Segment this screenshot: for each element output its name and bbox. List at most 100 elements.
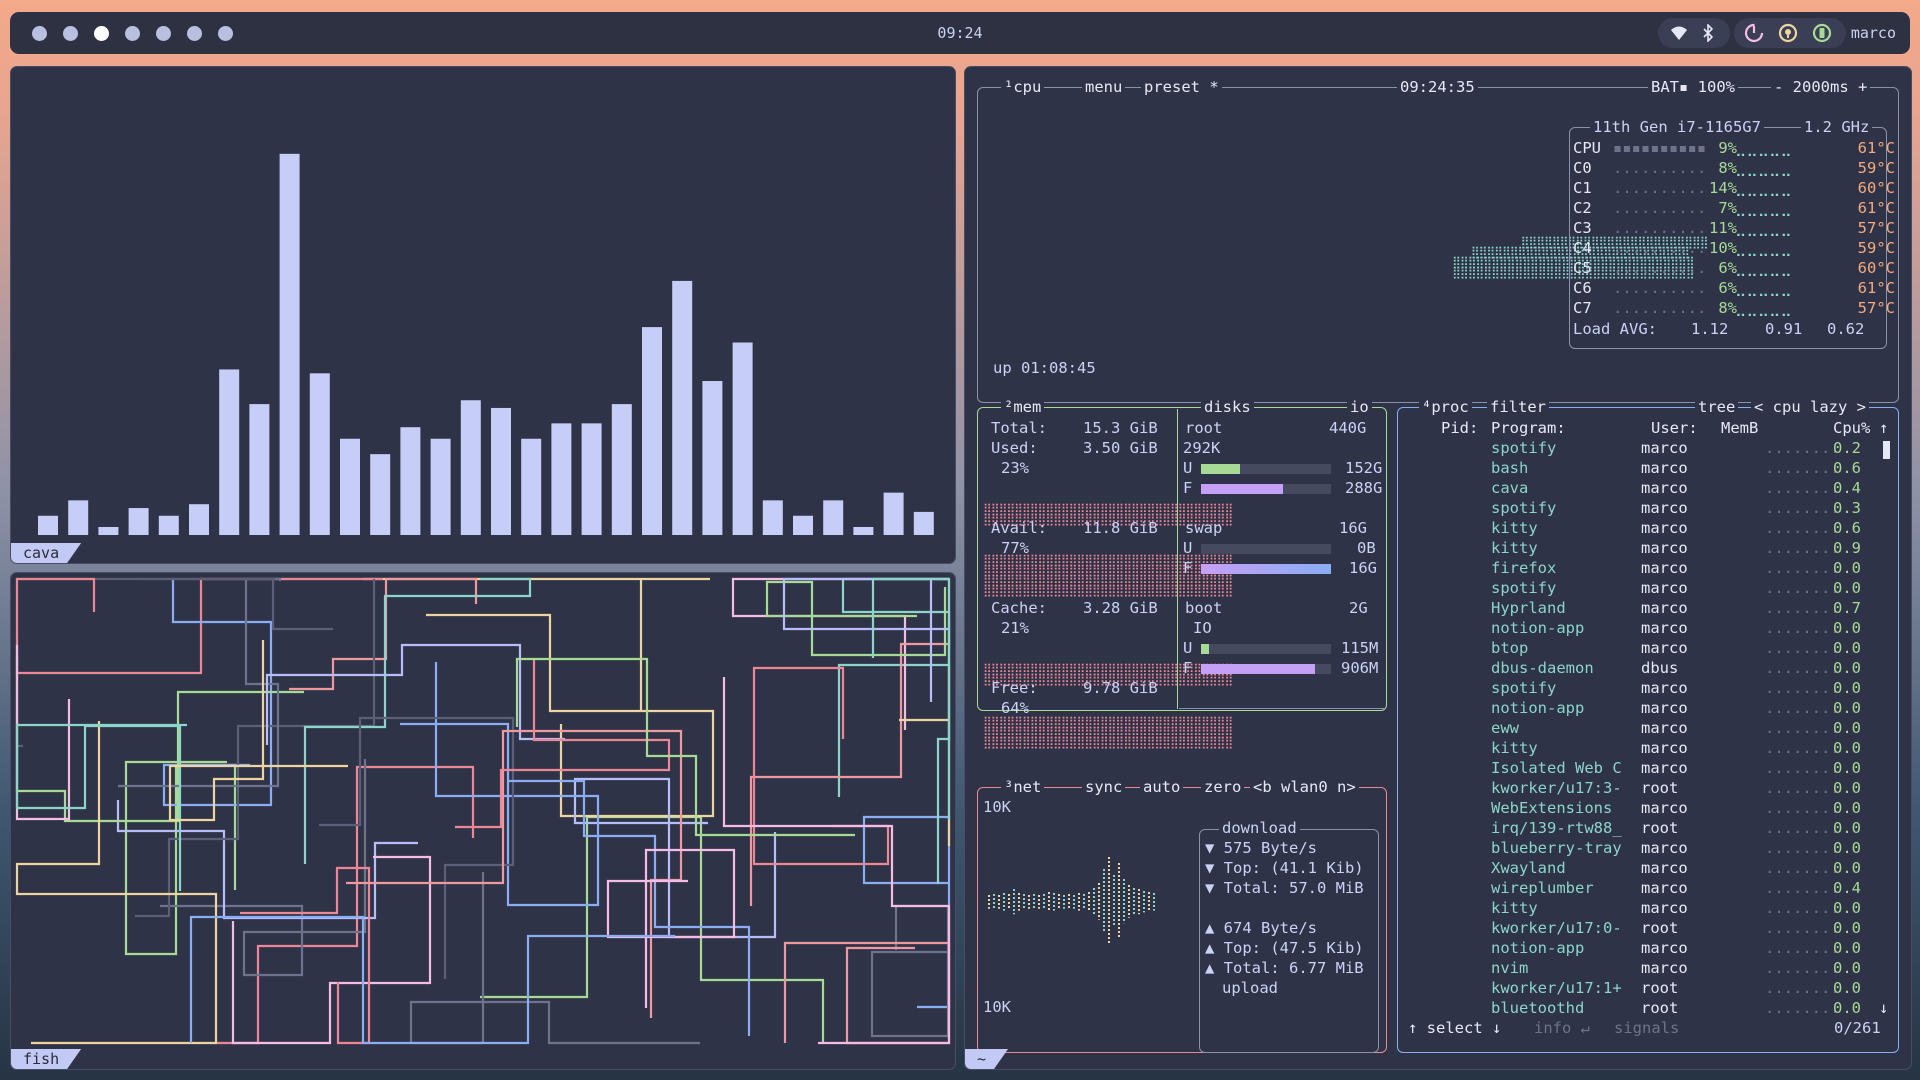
- mem-used: 3.50 GiB: [1083, 439, 1158, 457]
- proc-scroll-up-icon[interactable]: ↑: [1879, 419, 1888, 438]
- process-program: btop: [1491, 639, 1529, 657]
- process-cpu: 0.0: [1833, 759, 1861, 777]
- process-cpu-graph: ........: [1765, 979, 1840, 997]
- mem-cache-pct: 21%: [1001, 619, 1029, 637]
- proc-scroll-down-icon[interactable]: ↓: [1879, 999, 1888, 1018]
- process-cpu: 0.0: [1833, 839, 1861, 857]
- disks-title[interactable]: disks: [1201, 398, 1254, 417]
- cava-bar: [913, 511, 934, 535]
- cpu-core-temp: 57°C: [1857, 219, 1895, 237]
- process-program: firefox: [1491, 559, 1557, 577]
- process-cpu-graph: ........: [1765, 679, 1840, 697]
- cpu-core-temp-graph: ⣀⣀⣀⣀⣀: [1735, 299, 1792, 317]
- net-sync-toggle[interactable]: sync: [1082, 778, 1126, 797]
- cpu-freq: 1.2 GHz: [1801, 118, 1873, 137]
- process-cpu-graph: ........: [1765, 799, 1840, 817]
- process-user: root: [1641, 979, 1679, 997]
- power-icon[interactable]: [1744, 23, 1764, 43]
- cpu-core-meter: ▪▪▪▪▪▪▪▪▪▪: [1613, 139, 1707, 157]
- disk-boot-free: 906M: [1341, 659, 1379, 677]
- process-cpu: 0.7: [1833, 599, 1861, 617]
- net-down-total: ▼ Total: 57.0 MiB: [1205, 879, 1364, 897]
- proc-header-pid[interactable]: Pid:: [1441, 419, 1478, 438]
- mem-cache: 3.28 GiB: [1083, 599, 1158, 617]
- cava-bar: [249, 404, 270, 535]
- io-toggle[interactable]: io: [1347, 398, 1372, 417]
- process-cpu-graph: ........: [1765, 459, 1840, 477]
- wifi-icon[interactable]: [1670, 25, 1688, 41]
- cava-visualizer: [38, 153, 934, 535]
- process-cpu: 0.0: [1833, 699, 1861, 717]
- menu-button[interactable]: menu: [1082, 78, 1126, 97]
- proc-tree-toggle[interactable]: tree: [1695, 398, 1739, 417]
- net-zero-toggle[interactable]: zero: [1201, 778, 1245, 797]
- cava-bar: [98, 527, 119, 535]
- process-cpu-graph: ........: [1765, 939, 1840, 957]
- proc-header-cpu[interactable]: Cpu%: [1833, 419, 1870, 438]
- pipe-line: [837, 577, 951, 797]
- mem-panel-title[interactable]: ²mem: [1001, 398, 1045, 417]
- disk-root-used-row: U: [1183, 459, 1193, 477]
- cava-bar: [762, 500, 783, 535]
- process-program: notion-app: [1491, 619, 1585, 637]
- proc-header-program[interactable]: Program:: [1491, 419, 1566, 438]
- proc-filter-button[interactable]: filter: [1487, 398, 1549, 417]
- cava-bar: [460, 400, 481, 535]
- disk-boot-name: boot: [1185, 599, 1223, 617]
- cpu-core-temp: 59°C: [1857, 159, 1895, 177]
- process-cpu-graph: ........: [1765, 999, 1840, 1017]
- proc-header-mem[interactable]: MemB: [1721, 419, 1758, 438]
- proc-sort-selector[interactable]: < cpu lazy >: [1751, 398, 1869, 417]
- cpu-core-temp: 60°C: [1857, 259, 1895, 277]
- proc-header-user[interactable]: User:: [1651, 419, 1698, 438]
- cpu-core-name: C7: [1573, 299, 1592, 317]
- process-user: marco: [1641, 459, 1688, 477]
- mem-cache-label: Cache:: [991, 599, 1047, 617]
- cpu-core-name: C6: [1573, 279, 1592, 297]
- btop-window[interactable]: ¹cpu menu preset * 09:24:35 BAT▪ 100% - …: [964, 66, 1912, 1070]
- cpu-core-name: C3: [1573, 219, 1592, 237]
- process-user: marco: [1641, 859, 1688, 877]
- update-interval[interactable]: - 2000ms +: [1771, 78, 1871, 97]
- cava-window[interactable]: cava: [10, 66, 956, 564]
- cava-bar: [189, 504, 209, 535]
- cpu-core-name: C5: [1573, 259, 1592, 277]
- cpu-panel-title[interactable]: ¹cpu: [1001, 78, 1045, 97]
- cpu-core-meter: ..........: [1613, 279, 1707, 297]
- disk-swap-used-row: U: [1183, 539, 1193, 557]
- cava-bar: [219, 369, 240, 535]
- battery-icon[interactable]: [1812, 23, 1832, 43]
- bluetooth-icon[interactable]: [1702, 24, 1714, 42]
- process-program: eww: [1491, 719, 1519, 737]
- proc-select-button[interactable]: ↑ select ↓: [1405, 1019, 1505, 1038]
- pipes-screensaver: [15, 577, 951, 1045]
- cpu-core-temp: 61°C: [1857, 139, 1895, 157]
- disk-root-free-bar: [1201, 484, 1331, 494]
- pipe-line: [722, 677, 951, 1045]
- lightbulb-icon[interactable]: [1778, 23, 1798, 43]
- pipe-line: [782, 577, 949, 702]
- net-panel-title[interactable]: ³net: [1001, 778, 1045, 797]
- proc-scrollbar[interactable]: [1883, 441, 1890, 459]
- net-up-rate: ▲ 674 Byte/s: [1205, 919, 1317, 937]
- process-program: Isolated Web C: [1491, 759, 1622, 777]
- process-cpu: 0.3: [1833, 499, 1861, 517]
- pipe-line: [15, 645, 71, 821]
- proc-panel-title[interactable]: ⁴proc: [1419, 398, 1472, 417]
- net-interface-selector[interactable]: <b wlan0 n>: [1250, 778, 1359, 797]
- preset-button[interactable]: preset *: [1141, 78, 1222, 97]
- pipe-line: [409, 872, 700, 1045]
- process-program: spotify: [1491, 679, 1557, 697]
- net-auto-toggle[interactable]: auto: [1140, 778, 1184, 797]
- proc-info-button[interactable]: info ↵: [1531, 1019, 1593, 1038]
- fish-window[interactable]: fish: [10, 572, 956, 1070]
- disk-root-free: 288G: [1345, 479, 1383, 497]
- process-program: blueberry-tray: [1491, 839, 1622, 857]
- cpu-model: 11th Gen i7-1165G7: [1590, 118, 1764, 137]
- cava-bar: [551, 423, 572, 535]
- process-user: root: [1641, 919, 1679, 937]
- mem-avail: 11.8 GiB: [1083, 519, 1158, 537]
- proc-signals-button[interactable]: signals: [1611, 1019, 1683, 1038]
- process-user: marco: [1641, 559, 1688, 577]
- disk-boot-free-bar: [1201, 664, 1331, 674]
